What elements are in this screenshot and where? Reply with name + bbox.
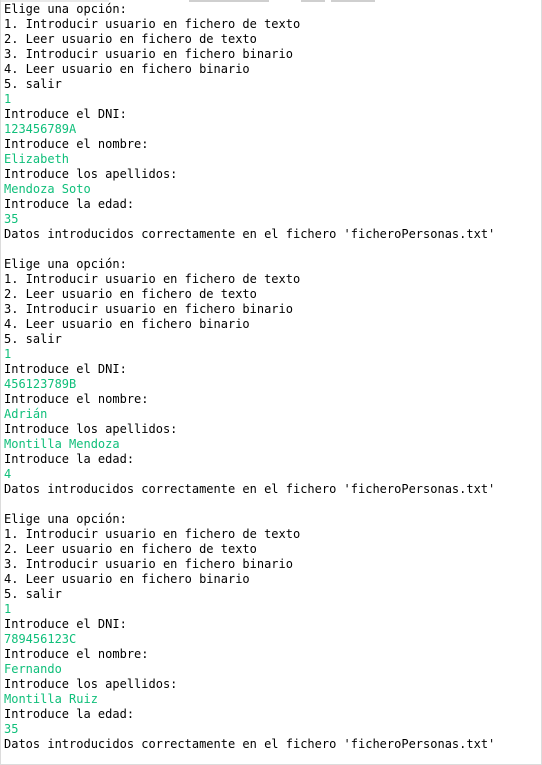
dni-input: 123456789A xyxy=(4,122,77,136)
menu-option-1: 1. Introducir usuario en fichero de text… xyxy=(4,17,301,31)
menu-option-2: 2. Leer usuario en fichero de texto xyxy=(4,32,257,46)
name-input: Fernando xyxy=(4,662,62,676)
menu-option-4: 4. Leer usuario en fichero binario xyxy=(4,62,250,76)
name-prompt: Introduce el nombre: xyxy=(4,392,149,406)
age-prompt: Introduce la edad: xyxy=(4,452,135,466)
menu-option-5: 5. salir xyxy=(4,587,62,601)
surname-input: Mendoza Soto xyxy=(4,182,91,196)
menu-option-4: 4. Leer usuario en fichero binario xyxy=(4,317,250,331)
menu-option-5: 5. salir xyxy=(4,77,62,91)
user-choice-input: 1 xyxy=(4,92,12,106)
name-prompt: Introduce el nombre: xyxy=(4,647,149,661)
user-choice-input: 1 xyxy=(4,347,12,361)
menu-option-3: 3. Introducir usuario en fichero binario xyxy=(4,47,293,61)
surname-prompt: Introduce los apellidos: xyxy=(4,167,178,181)
name-input: Elizabeth xyxy=(4,152,70,166)
menu-option-2: 2. Leer usuario en fichero de texto xyxy=(4,542,257,556)
menu-option-2: 2. Leer usuario en fichero de texto xyxy=(4,287,257,301)
result-message: Datos introducidos correctamente en el f… xyxy=(4,737,496,751)
age-input: 35 xyxy=(4,722,19,736)
menu-option-4: 4. Leer usuario en fichero binario xyxy=(4,572,250,586)
name-prompt: Introduce el nombre: xyxy=(4,137,149,151)
dni-prompt: Introduce el DNI: xyxy=(4,107,127,121)
menu-title: Elige una opción: xyxy=(4,512,127,526)
result-message: Datos introducidos correctamente en el f… xyxy=(4,227,496,241)
surname-input: Montilla Ruiz xyxy=(4,692,98,706)
menu-option-5: 5. salir xyxy=(4,332,62,346)
age-input: 35 xyxy=(4,212,19,226)
surname-input: Montilla Mendoza xyxy=(4,437,120,451)
dni-prompt: Introduce el DNI: xyxy=(4,362,127,376)
dni-input: 789456123C xyxy=(4,632,77,646)
age-prompt: Introduce la edad: xyxy=(4,197,135,211)
console-lines: Elige una opción: 1. Introducir usuario … xyxy=(4,2,495,752)
menu-title: Elige una opción: xyxy=(4,257,127,271)
menu-option-3: 3. Introducir usuario en fichero binario xyxy=(4,557,293,571)
surname-prompt: Introduce los apellidos: xyxy=(4,422,178,436)
age-input: 4 xyxy=(4,467,12,481)
surname-prompt: Introduce los apellidos: xyxy=(4,677,178,691)
menu-option-1: 1. Introducir usuario en fichero de text… xyxy=(4,272,301,286)
name-input: Adrián xyxy=(4,407,48,421)
age-prompt: Introduce la edad: xyxy=(4,707,135,721)
user-choice-input: 1 xyxy=(4,602,12,616)
dni-prompt: Introduce el DNI: xyxy=(4,617,127,631)
console-output-panel: Elige una opción: 1. Introducir usuario … xyxy=(0,0,542,765)
menu-title: Elige una opción: xyxy=(4,2,127,16)
menu-option-1: 1. Introducir usuario en fichero de text… xyxy=(4,527,301,541)
result-message: Datos introducidos correctamente en el f… xyxy=(4,482,496,496)
menu-option-3: 3. Introducir usuario en fichero binario xyxy=(4,302,293,316)
dni-input: 456123789B xyxy=(4,377,77,391)
